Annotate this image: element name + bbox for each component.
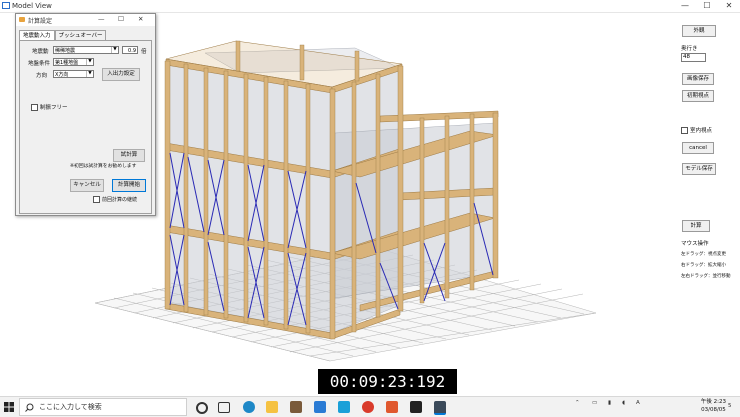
store-icon[interactable] [290,401,302,413]
scale-input[interactable]: 0.9 [122,46,138,54]
network-icon[interactable]: ▭ [592,400,597,406]
notification-count[interactable]: 5 [728,403,732,409]
checkbox-icon [681,127,688,134]
scale-unit: 倍 [141,49,147,55]
taskbar-clock[interactable]: 午後 2:23 03/08/05 [701,398,726,414]
chrome-icon[interactable] [362,401,374,413]
dialog-title: 計算設定 [28,18,53,25]
start-calc-button[interactable]: 計算開始 [112,179,146,192]
app-icon[interactable] [386,401,398,413]
indoor-view-checkbox[interactable]: 室内視点 [681,126,712,134]
save-model-button[interactable]: モデル保存 [682,163,716,175]
direction-select[interactable]: X方向 ▼ [53,70,94,78]
dialog-cancel-button[interactable]: キャンセル [70,179,104,192]
mail-icon[interactable] [314,401,326,413]
window-maximize-button[interactable]: ☐ [696,0,718,12]
battery-icon[interactable]: ▮ [608,400,611,406]
video-timecode: 00:09:23:192 [318,369,457,394]
chevron-down-icon: ▼ [111,47,118,53]
task-view-icon[interactable] [218,402,230,413]
checkbox-icon [31,104,38,111]
search-placeholder: ここに入力して検索 [39,403,102,411]
clock-time: 午後 2:23 [700,399,726,405]
mouse-ops-title: マウス操作 [681,241,709,247]
search-icon [25,403,34,412]
mouse-right-hint: 右ドラッグ：拡大縮小 [681,263,726,268]
window-close-button[interactable]: ✕ [718,0,740,12]
depth-label: 奥行き [681,46,698,52]
cancel-view-button[interactable]: cancel [682,142,714,154]
depth-input[interactable]: 48 [681,53,706,62]
direction-label: 方向 [36,73,48,79]
file-explorer-icon[interactable] [266,401,278,413]
seismic-label: 地震動 [32,49,49,55]
volume-icon[interactable]: ◖ [622,400,625,406]
app-icon[interactable] [410,401,422,413]
io-settings-button[interactable]: 入出力設定 [102,68,140,81]
ime-icon[interactable]: A [636,400,640,406]
tray-chevron-icon[interactable]: ⌃ [575,400,580,406]
calculate-button[interactable]: 計算 [682,220,710,232]
app-window-icon [2,2,10,9]
mouse-left-hint: 左ドラッグ：視点変更 [681,252,726,257]
model-view-app-icon[interactable] [434,401,446,415]
taskbar-search-input[interactable]: ここに入力して検索 [19,398,187,416]
dialog-app-icon [19,17,25,22]
checkbox-icon [93,196,100,203]
cortana-icon[interactable] [196,402,208,414]
indoor-view-label: 室内視点 [690,128,713,134]
edge-icon[interactable] [243,401,255,413]
calc-settings-dialog: 計算設定 — ☐ ✕ 地震動入力 プッシュオーバー 地震動 稀稀地震 ▼ 0.9 … [15,13,156,216]
trial-calc-button[interactable]: 試計算 [113,149,145,162]
dialog-title-bar: 計算設定 — ☐ ✕ [16,14,155,26]
clock-date: 03/08/05 [701,407,726,413]
app-icon[interactable] [338,401,350,413]
seismic-select[interactable]: 稀稀地震 ▼ [53,46,119,54]
initial-view-button[interactable]: 初期視点 [682,90,714,102]
mouse-both-hint: 左右ドラッグ：並行移動 [681,274,731,279]
ground-select[interactable]: 第1種地盤 ▼ [53,58,94,66]
dialog-maximize-button[interactable]: ☐ [118,15,124,23]
exterior-view-button[interactable]: 外観 [682,25,716,37]
trial-calc-note: ※初回は試計算をお勧めします [70,164,137,169]
brace-free-checkbox[interactable]: 制振フリー [31,103,68,111]
windows-start-icon[interactable] [3,401,15,413]
continue-previous-checkbox[interactable]: 前回計算の継続 [93,196,137,203]
dialog-minimize-button[interactable]: — [98,15,105,23]
save-image-button[interactable]: 画像保存 [682,73,714,85]
chevron-down-icon: ▼ [86,71,93,77]
window-minimize-button[interactable]: — [674,0,696,12]
dialog-close-button[interactable]: ✕ [138,15,143,23]
chevron-down-icon: ▼ [86,59,93,65]
dialog-body: 地震動 稀稀地震 ▼ 0.9 倍 地盤条件 第1種地盤 ▼ 方向 X方向 ▼ 入出力設… [19,40,152,214]
ground-label: 地盤条件 [28,61,51,67]
right-control-panel: 外観 奥行き 48 画像保存 初期視点 室内視点 cancel モデル保存 計算… [668,13,740,369]
window-title-bar: Model View — ☐ ✕ [0,0,740,13]
window-title: Model View [12,2,52,10]
taskbar: ここに入力して検索 ⌃ ▭ ▮ ◖ A 午後 2:23 03/08/05 5 [0,396,740,417]
